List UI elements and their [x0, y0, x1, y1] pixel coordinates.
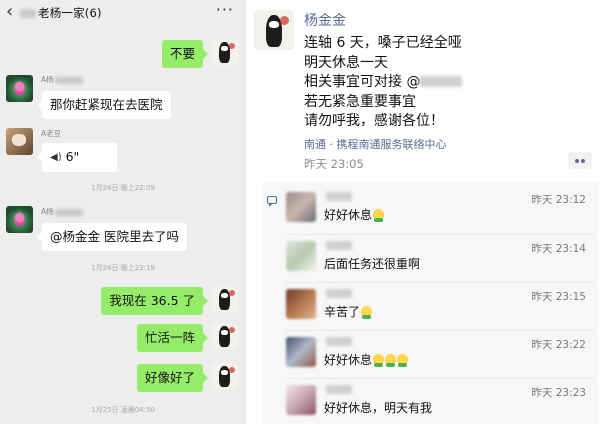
comment-time: 昨天 23:12 [531, 194, 586, 206]
commenter-name[interactable] [326, 192, 352, 201]
commenter-name[interactable] [326, 289, 352, 298]
comment-time: 昨天 23:22 [531, 339, 586, 351]
comment-time: 昨天 23:15 [531, 291, 586, 303]
emoji-icon [397, 354, 409, 367]
comment-row[interactable]: 后面任务还很重啊 昨天 23:14 [286, 234, 594, 280]
message-bubble-outgoing[interactable]: 我现在 36.5 了 [101, 287, 208, 315]
comment-icon [267, 196, 277, 207]
poster-name[interactable]: 杨金金 [304, 10, 346, 30]
poster-avatar[interactable] [254, 10, 294, 50]
avatar[interactable] [6, 75, 33, 102]
sender-name: A杨 [41, 74, 83, 85]
comment-text: 好好休息，明天有我 [324, 401, 433, 415]
avatar[interactable] [286, 337, 316, 367]
more-dots-icon[interactable]: ··· [216, 2, 234, 18]
commenter-name[interactable] [326, 385, 352, 394]
comment-time: 昨天 23:23 [531, 387, 586, 399]
post-body: 连轴 6 天，嗓子已经全哑 明天休息一天 相关事宜可对接 @ 若无紧急重要事宜 … [304, 34, 463, 132]
comment-row[interactable]: 好好休息 昨天 23:12 [286, 186, 594, 232]
more-actions-button[interactable] [568, 152, 592, 169]
avatar[interactable] [211, 39, 238, 66]
comment-row[interactable]: 好好休息 昨天 23:22 [286, 330, 594, 376]
comments-section: 好好休息 昨天 23:12 后面任务还很重啊 昨天 23:14 辛苦了 昨天 2… [262, 182, 598, 424]
message-bubble-incoming[interactable]: 那你赶紧现在去医院 [37, 91, 171, 119]
avatar[interactable] [211, 286, 238, 313]
post-line: 明天休息一天 [304, 54, 388, 71]
chat-title: 老杨一家(6) [20, 5, 102, 21]
chat-timestamp: 1月24日 晚上22:09 [91, 184, 155, 192]
comment-text: 好好休息 [324, 206, 385, 223]
avatar[interactable] [6, 128, 33, 155]
message-bubble-outgoing[interactable]: 忙活一阵 [136, 324, 209, 352]
location-link[interactable]: 南通 · 携程南通服务联络中心 [304, 136, 447, 152]
chat-panel: ‹ 老杨一家(6) ··· 不要 A杨 那你赶紧现在去医院 A老豆 ◀) 6" 1… [0, 0, 246, 424]
comment-text: 辛苦了 [324, 303, 373, 320]
emoji-icon [373, 209, 385, 222]
moments-post: 杨金金 连轴 6 天，嗓子已经全哑 明天休息一天 相关事宜可对接 @ 若无紧急重… [254, 0, 600, 424]
sender-name: A老豆 [41, 129, 62, 138]
post-line: 连轴 6 天，嗓子已经全哑 [304, 35, 462, 51]
avatar[interactable] [286, 385, 316, 415]
chevron-left-icon[interactable]: ‹ [6, 2, 13, 22]
sender-name: A杨 [41, 206, 83, 217]
avatar[interactable] [6, 206, 33, 233]
comment-time: 昨天 23:14 [531, 243, 586, 255]
avatar[interactable] [286, 241, 316, 271]
voice-wave-icon: ◀) [50, 152, 62, 163]
message-bubble-incoming[interactable]: @杨金金 医院里去了吗 [37, 223, 187, 251]
emoji-icon [361, 306, 373, 319]
comment-row[interactable]: 好好休息，明天有我 昨天 23:23 [286, 378, 594, 424]
emoji-icon [385, 354, 397, 367]
chat-timestamp: 1月24日 晚上23:19 [91, 264, 155, 272]
post-line: 相关事宜可对接 @ [304, 73, 463, 93]
message-bubble-outgoing[interactable]: 好像好了 [136, 364, 209, 392]
post-line: 请勿呼我，感谢各位！ [304, 113, 444, 129]
comment-text: 后面任务还很重啊 [324, 257, 421, 271]
avatar[interactable] [211, 363, 238, 390]
avatar[interactable] [286, 289, 316, 319]
redacted-text [20, 9, 36, 18]
post-time: 昨天 23:05 [304, 157, 364, 171]
message-bubble-outgoing[interactable]: 不要 [161, 40, 209, 68]
voice-message-bubble[interactable]: ◀) 6" [37, 143, 117, 172]
avatar[interactable] [211, 323, 238, 350]
comment-row[interactable]: 辛苦了 昨天 23:15 [286, 282, 594, 328]
chat-timestamp: 1月25日 凌晨04:50 [91, 406, 155, 414]
post-line: 若无紧急重要事宜 [304, 93, 416, 110]
commenter-name[interactable] [326, 241, 352, 250]
chat-header: ‹ 老杨一家(6) ··· [0, 0, 246, 26]
comment-text: 好好休息 [324, 351, 409, 368]
redacted-text [420, 76, 463, 87]
avatar[interactable] [286, 192, 316, 222]
emoji-icon [373, 354, 385, 367]
commenter-name[interactable] [326, 337, 352, 346]
